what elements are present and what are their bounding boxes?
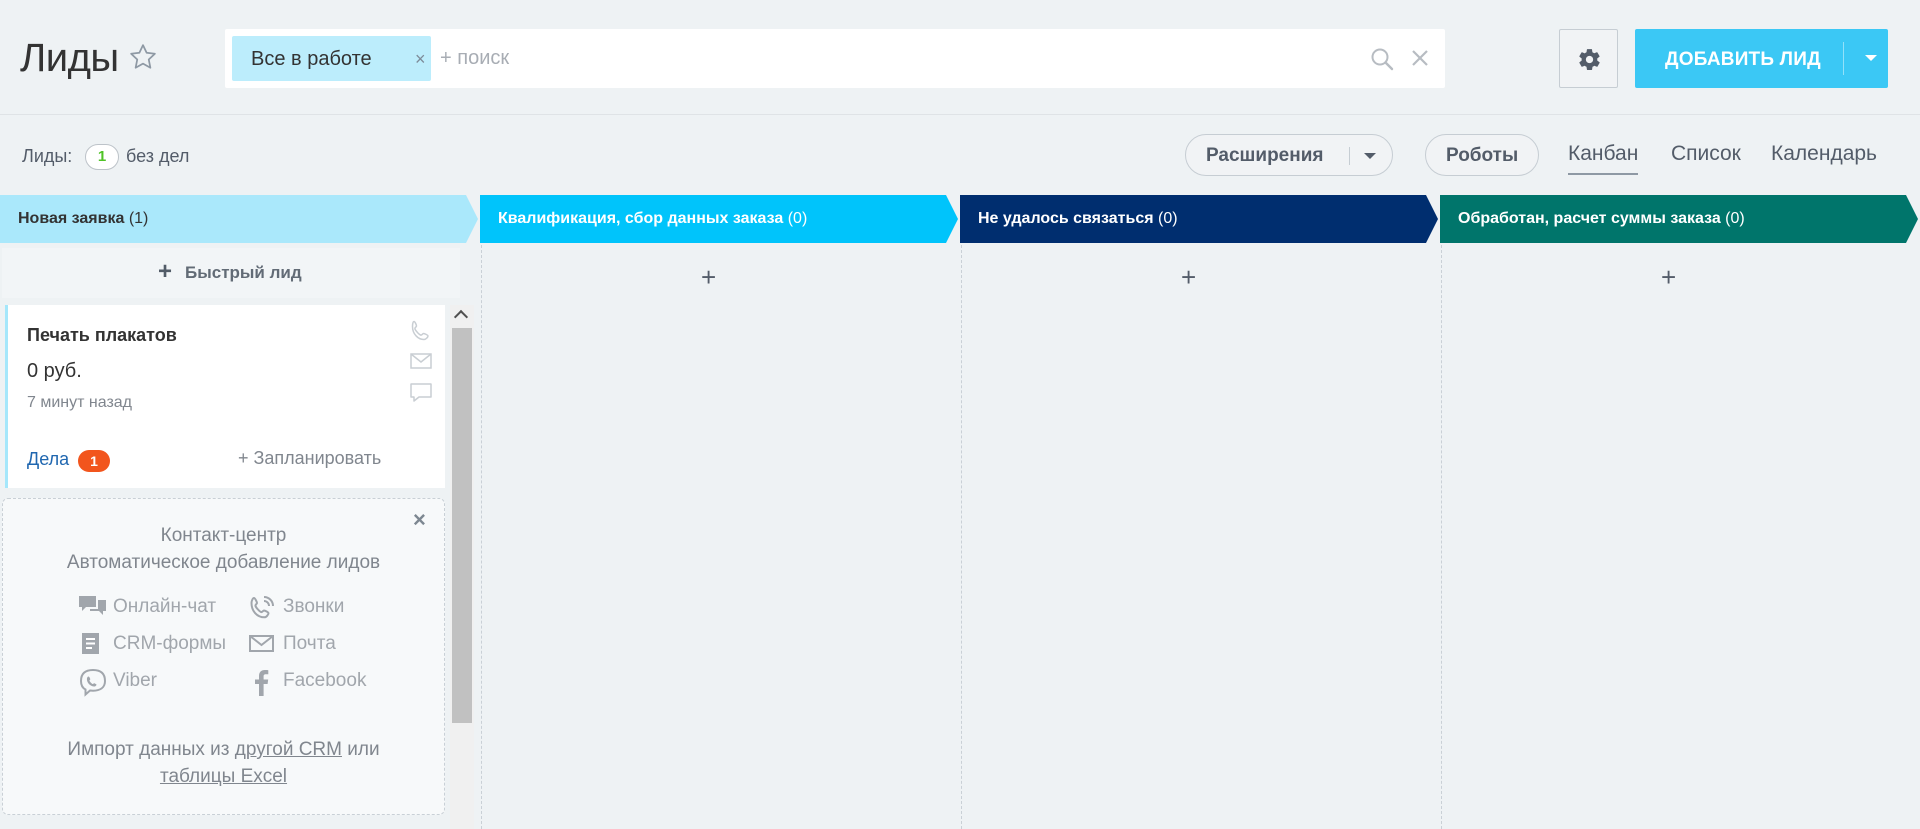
contact-center-panel: × Контакт-центр Автоматическое добавлени… xyxy=(2,498,445,815)
add-lead-divider xyxy=(1843,42,1844,75)
scroll-up-icon[interactable] xyxy=(450,305,474,325)
channel-label: Viber xyxy=(113,670,158,691)
star-icon[interactable] xyxy=(128,42,158,72)
column-divider xyxy=(481,245,482,829)
import-prefix: Импорт данных из xyxy=(67,739,230,760)
column-add-button[interactable]: + xyxy=(1661,262,1676,293)
column-add-button[interactable]: + xyxy=(701,262,716,293)
viber-icon xyxy=(79,668,107,697)
filter-tag-label: Все в работе xyxy=(251,48,372,70)
contact-center-subtitle: Автоматическое добавление лидов xyxy=(66,552,381,573)
chat-icon[interactable] xyxy=(408,379,434,405)
lead-card-deals-link[interactable]: Дела xyxy=(27,449,69,470)
leads-counter-label: Лиды: xyxy=(22,146,73,166)
scroll-thumb[interactable] xyxy=(452,328,472,723)
channel-label: Звонки xyxy=(283,596,345,617)
contact-center-title: Контакт-центр xyxy=(160,525,287,546)
channel-label: Онлайн-чат xyxy=(113,596,217,617)
page-title: Лиды xyxy=(20,36,119,80)
column-title: Квалификация, сбор данных заказа (0) xyxy=(498,210,808,227)
form-icon xyxy=(82,633,99,654)
filter-tag[interactable]: Все в работе × xyxy=(232,36,431,81)
add-lead-button[interactable]: ДОБАВИТЬ ЛИД xyxy=(1635,29,1888,88)
column-header-no-contact[interactable]: Не удалось связаться (0) xyxy=(960,195,1438,243)
column-scrollbar[interactable] xyxy=(450,305,474,829)
lead-card-price: 0 руб. xyxy=(27,360,82,382)
tab-list[interactable]: Список xyxy=(1671,142,1741,166)
plus-icon: + xyxy=(158,258,173,285)
channel-label: Facebook xyxy=(283,670,367,691)
mail-icon[interactable] xyxy=(408,348,434,374)
lead-card-title[interactable]: Печать плакатов xyxy=(27,325,177,346)
column-title: Новая заявка (1) xyxy=(18,210,149,227)
column-title: Не удалось связаться (0) xyxy=(978,210,1178,227)
leads-counter-suffix: без дел xyxy=(126,146,190,166)
lead-card-time: 7 минут назад xyxy=(27,394,133,411)
import-text: Импорт данных из другой CRM или xyxy=(3,739,444,761)
chat-bubbles-icon xyxy=(79,596,106,615)
column-add-button[interactable]: + xyxy=(1181,262,1196,293)
search-icon[interactable] xyxy=(1369,46,1395,72)
phone-call-icon xyxy=(250,596,274,619)
import-crm-link[interactable]: другой CRM xyxy=(235,739,342,760)
lead-card[interactable]: Печать плакатов 0 руб. 7 минут назад Дел… xyxy=(5,305,445,488)
column-header-new[interactable]: Новая заявка (1) xyxy=(0,195,478,243)
tab-calendar[interactable]: Календарь xyxy=(1771,142,1877,166)
phone-icon[interactable] xyxy=(408,318,434,344)
search-box: Все в работе × xyxy=(225,29,1445,88)
import-text-line2: таблицы Excel xyxy=(3,766,444,788)
column-divider xyxy=(1441,245,1442,829)
settings-button[interactable] xyxy=(1559,29,1618,88)
add-lead-label: ДОБАВИТЬ ЛИД xyxy=(1665,49,1821,70)
channel-label: CRM-формы xyxy=(113,633,227,654)
column-divider xyxy=(961,245,962,829)
tab-kanban[interactable]: Канбан xyxy=(1568,142,1639,175)
lead-card-plan-button[interactable]: + Запланировать xyxy=(238,448,381,469)
header-divider xyxy=(0,114,1920,115)
quick-lead-label: Быстрый лид xyxy=(185,263,302,282)
import-or: или xyxy=(347,739,380,760)
column-header-processed[interactable]: Обработан, расчет суммы заказа (0) xyxy=(1440,195,1918,243)
robots-button[interactable]: Роботы xyxy=(1425,134,1539,176)
leads-counter-badge[interactable]: 1 xyxy=(85,144,119,170)
chevron-down-icon[interactable] xyxy=(1364,153,1376,159)
add-lead-dropdown-icon[interactable] xyxy=(1853,29,1888,88)
lead-card-deals-badge: 1 xyxy=(78,450,110,472)
gear-icon xyxy=(1579,49,1600,70)
filter-tag-close-icon[interactable]: × xyxy=(415,49,426,70)
column-title: Обработан, расчет суммы заказа (0) xyxy=(1458,210,1745,227)
channel-label: Почта xyxy=(283,633,336,654)
search-input[interactable] xyxy=(440,37,1340,79)
import-excel-link[interactable]: таблицы Excel xyxy=(160,766,287,787)
extensions-button[interactable]: Расширения xyxy=(1185,134,1393,176)
extensions-divider xyxy=(1349,147,1350,165)
facebook-icon xyxy=(255,670,269,696)
extensions-label: Расширения xyxy=(1206,145,1324,166)
robots-label: Роботы xyxy=(1446,145,1519,166)
clear-search-icon[interactable] xyxy=(1409,47,1431,69)
quick-lead-button[interactable]: + Быстрый лид xyxy=(2,248,460,298)
mail-icon xyxy=(249,635,274,652)
column-header-qualification[interactable]: Квалификация, сбор данных заказа (0) xyxy=(480,195,958,243)
